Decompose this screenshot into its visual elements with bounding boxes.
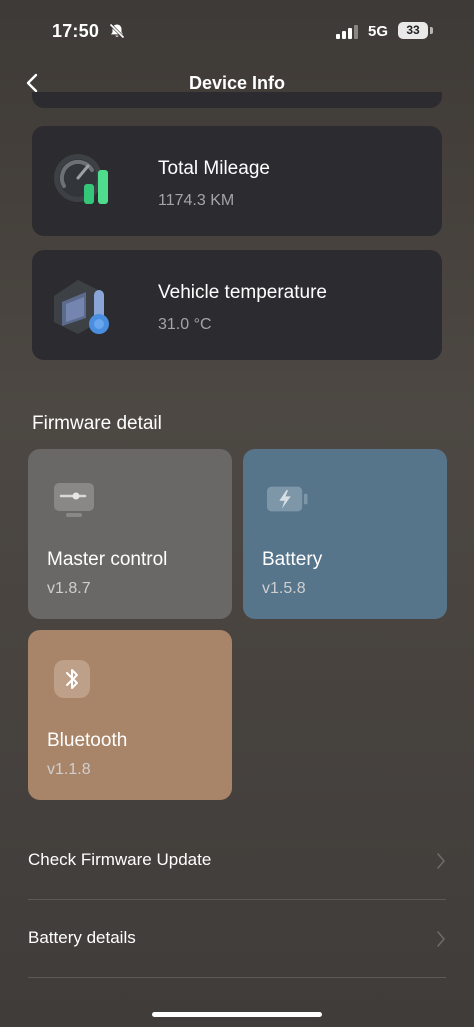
controller-icon: [54, 483, 94, 517]
network-type: 5G: [368, 23, 389, 40]
divider: [28, 977, 446, 978]
mileage-value: 1174.3 KM: [158, 192, 235, 209]
temperature-value: 31.0 °C: [158, 316, 212, 333]
thermometer-icon: [54, 280, 109, 334]
row-label: Check Firmware Update: [28, 850, 212, 869]
firmware-version: v1.8.7: [47, 580, 91, 597]
check-firmware-update-row[interactable]: Check Firmware Update: [28, 822, 446, 898]
bell-muted-icon: [109, 23, 125, 39]
temperature-card: Vehicle temperature 31.0 °C: [32, 250, 442, 360]
battery-level: 33: [398, 22, 428, 39]
bluetooth-icon: [54, 660, 90, 698]
battery-indicator: 33: [398, 22, 434, 40]
battery-tip: [430, 27, 433, 34]
firmware-bluetooth[interactable]: Bluetooth v1.1.8: [28, 630, 232, 800]
partial-card: [32, 92, 442, 108]
signal-icon: [336, 25, 358, 39]
battery-details-row[interactable]: Battery details: [28, 900, 446, 976]
battery-icon: [267, 486, 308, 512]
firmware-version: v1.5.8: [262, 580, 306, 597]
firmware-section-title: Firmware detail: [32, 413, 162, 434]
mileage-title: Total Mileage: [158, 158, 270, 179]
firmware-master-control[interactable]: Master control v1.8.7: [28, 449, 232, 619]
firmware-name: Master control: [47, 549, 168, 570]
row-label: Battery details: [28, 928, 136, 947]
speedometer-icon: [54, 154, 108, 204]
firmware-name: Bluetooth: [47, 730, 128, 751]
chevron-right-icon: [437, 853, 445, 869]
mileage-card: Total Mileage 1174.3 KM: [32, 126, 442, 236]
firmware-version: v1.1.8: [47, 761, 91, 778]
home-indicator[interactable]: [152, 1012, 322, 1017]
firmware-name: Battery: [262, 549, 323, 570]
status-time: 17:50: [52, 21, 100, 41]
page-title: Device Info: [188, 73, 286, 93]
temperature-title: Vehicle temperature: [158, 282, 327, 303]
chevron-right-icon: [437, 931, 445, 947]
firmware-battery[interactable]: Battery v1.5.8: [243, 449, 447, 619]
